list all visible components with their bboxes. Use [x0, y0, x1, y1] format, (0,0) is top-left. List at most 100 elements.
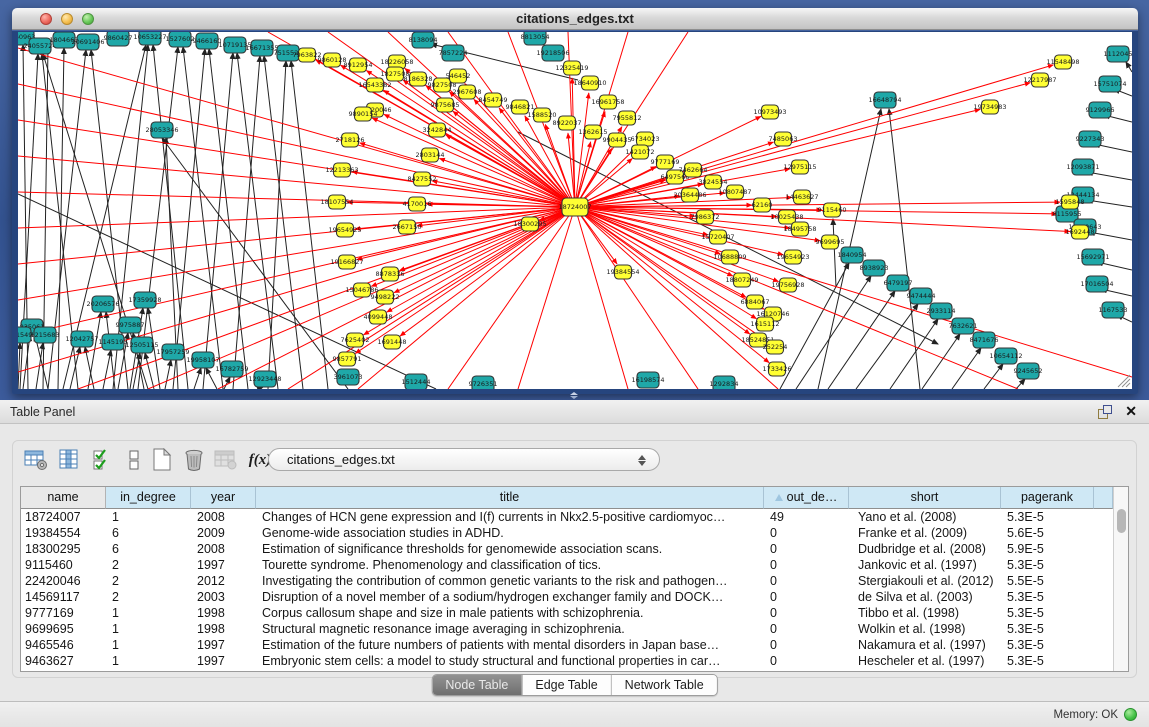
table-cell[interactable]: 18724007: [21, 509, 106, 525]
table-row[interactable]: 946554611997Estimation of the future num…: [21, 637, 1113, 653]
memory-status-indicator[interactable]: [1124, 708, 1137, 721]
column-header-short[interactable]: short: [849, 487, 1001, 509]
table-cell[interactable]: 0: [764, 589, 849, 605]
citation-edge[interactable]: [165, 360, 171, 389]
table-cell[interactable]: Wolkin et al. (1998): [849, 621, 1001, 637]
table-cell[interactable]: Disruption of a novel member of a sodium…: [256, 589, 764, 605]
table-cell[interactable]: 0: [764, 557, 849, 573]
table-cell[interactable]: 1: [106, 621, 191, 637]
table-cell[interactable]: 9115460: [21, 557, 106, 573]
table-cell[interactable]: Estimation of the future numbers of pati…: [256, 637, 764, 653]
table-cell[interactable]: Embryonic stem cells: a model to study s…: [256, 653, 764, 669]
table-cell[interactable]: 2009: [191, 525, 256, 541]
tab-network-table[interactable]: Network Table: [611, 675, 717, 695]
citation-edge[interactable]: [162, 138, 348, 389]
table-cell[interactable]: Stergiakouli et al. (2012): [849, 573, 1001, 589]
close-panel-icon[interactable]: ✕: [1125, 403, 1137, 420]
panel-divider-grip[interactable]: [566, 392, 580, 399]
table-cell[interactable]: 2012: [191, 573, 256, 589]
network-view-window[interactable]: citations_edges.txt 16096324055724180466…: [12, 8, 1138, 394]
column-header-filler[interactable]: [1094, 487, 1113, 509]
network-table-selector[interactable]: citations_edges.txt: [268, 448, 660, 471]
table-cell[interactable]: 0: [764, 621, 849, 637]
citation-edge[interactable]: [103, 350, 111, 389]
table-cell[interactable]: 5.3E-5: [1001, 509, 1094, 525]
table-cell[interactable]: 2003: [191, 589, 256, 605]
table-cell[interactable]: Nakamura et al. (1997): [849, 637, 1001, 653]
table-cell[interactable]: Franke et al. (2009): [849, 525, 1001, 541]
citation-edge[interactable]: [922, 334, 960, 389]
table-cell[interactable]: Genome-wide association studies in ADHD.: [256, 525, 764, 541]
table-cell[interactable]: 2: [106, 573, 191, 589]
table-cell[interactable]: 1997: [191, 557, 256, 573]
table-cell[interactable]: 0: [764, 573, 849, 589]
table-cell[interactable]: 5.9E-5: [1001, 541, 1094, 557]
table-cell[interactable]: 2: [106, 589, 191, 605]
selected-edge[interactable]: [18, 207, 575, 336]
table-cell[interactable]: 1: [106, 509, 191, 525]
delete-column-icon[interactable]: [180, 446, 208, 474]
table-cell[interactable]: Tibbo et al. (1998): [849, 605, 1001, 621]
table-cell[interactable]: 6: [106, 525, 191, 541]
table-cell[interactable]: 6: [106, 541, 191, 557]
table-row[interactable]: 946362711997Embryonic stem cells: a mode…: [21, 653, 1113, 669]
citation-edge[interactable]: [1126, 62, 1132, 72]
table-cell[interactable]: 14569117: [21, 589, 106, 605]
table-row[interactable]: 1938455462009Genome-wide association stu…: [21, 525, 1113, 541]
citation-edge[interactable]: [952, 348, 981, 389]
table-cell[interactable]: de Silva et al. (2003): [849, 589, 1001, 605]
table-cell[interactable]: 0: [764, 653, 849, 669]
scrollbar-thumb[interactable]: [1117, 509, 1126, 533]
tab-node-table[interactable]: Node Table: [432, 675, 521, 695]
table-cell[interactable]: 2008: [191, 541, 256, 557]
row-height-icon[interactable]: [120, 446, 148, 474]
table-cell[interactable]: [1094, 573, 1113, 589]
selected-edge[interactable]: [394, 207, 575, 293]
table-cell[interactable]: [1094, 541, 1113, 557]
table-cell[interactable]: 2008: [191, 509, 256, 525]
citation-edge[interactable]: [237, 53, 278, 389]
citation-edge[interactable]: [1016, 379, 1025, 389]
table-cell[interactable]: [1094, 653, 1113, 669]
table-row[interactable]: 1872400712008Changes of HCN gene express…: [21, 509, 1113, 525]
column-header-title[interactable]: title: [256, 487, 764, 509]
table-cell[interactable]: 0: [764, 637, 849, 653]
selected-edge[interactable]: [18, 48, 575, 207]
select-rows-icon[interactable]: [90, 446, 118, 474]
citation-edge[interactable]: [18, 343, 20, 389]
table-cell[interactable]: [1094, 509, 1113, 525]
table-cell[interactable]: 1: [106, 637, 191, 653]
column-header-year[interactable]: year: [191, 487, 256, 509]
table-cell[interactable]: 49: [764, 509, 849, 525]
column-header-in_degree[interactable]: in_degree: [106, 487, 191, 509]
table-cell[interactable]: 5.3E-5: [1001, 605, 1094, 621]
table-row[interactable]: 1830029562008Estimation of significance …: [21, 541, 1113, 557]
table-cell[interactable]: 1997: [191, 637, 256, 653]
table-cell[interactable]: 1: [106, 653, 191, 669]
table-cell[interactable]: [1094, 605, 1113, 621]
table-cell[interactable]: 18300295: [21, 541, 106, 557]
table-cell[interactable]: Tourette syndrome. Phenomenology and cla…: [256, 557, 764, 573]
table-mode-icon[interactable]: [22, 446, 50, 474]
selected-edge[interactable]: [18, 207, 575, 372]
table-cell[interactable]: Estimation of significance thresholds fo…: [256, 541, 764, 557]
table-cell[interactable]: Corpus callosum shape and size in male p…: [256, 605, 764, 621]
column-header-name[interactable]: name: [21, 487, 106, 509]
table-cell[interactable]: [1094, 589, 1113, 605]
citation-edge[interactable]: [194, 368, 201, 389]
table-cell[interactable]: 19384554: [21, 525, 106, 541]
table-cell[interactable]: 1: [106, 605, 191, 621]
selected-edge[interactable]: [288, 207, 575, 389]
citation-edge[interactable]: [796, 276, 871, 389]
table-cell[interactable]: 5.3E-5: [1001, 637, 1094, 653]
table-cell[interactable]: 5.6E-5: [1001, 525, 1094, 541]
table-cell[interactable]: Hescheler et al. (1997): [849, 653, 1001, 669]
table-cell[interactable]: 1998: [191, 605, 256, 621]
column-header-out_de…[interactable]: out_de…: [764, 487, 849, 509]
citation-edge[interactable]: [833, 219, 836, 287]
table-row[interactable]: 1456911722003Disruption of a novel membe…: [21, 589, 1113, 605]
new-column-icon[interactable]: [148, 446, 176, 474]
citation-edge[interactable]: [890, 319, 938, 389]
table-cell[interactable]: Yano et al. (2008): [849, 509, 1001, 525]
table-cell[interactable]: 0: [764, 525, 849, 541]
